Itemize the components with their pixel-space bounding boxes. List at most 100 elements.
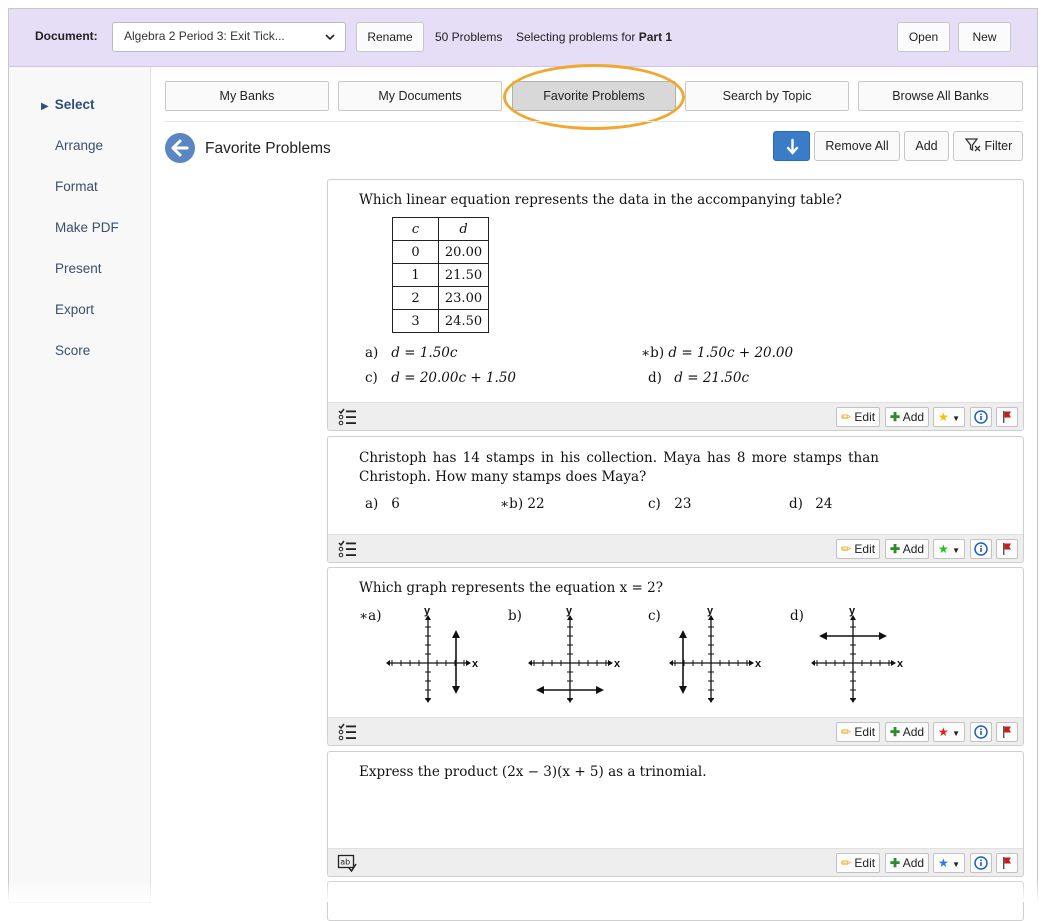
filter-label: Filter [984, 139, 1013, 153]
sidebar-item-make-pdf[interactable]: Make PDF [55, 220, 119, 235]
flag-button[interactable] [996, 407, 1018, 427]
choice-a: ∗a) [359, 608, 382, 624]
flag-button[interactable] [996, 722, 1018, 742]
info-icon [974, 856, 988, 870]
tab-my-banks[interactable]: My Banks [165, 81, 329, 111]
arrow-down-icon [786, 138, 799, 155]
pencil-icon: ✏ [841, 725, 852, 739]
sidebar: ▶ Select Arrange Format Make PDF Present … [9, 67, 151, 903]
selecting-part: Part 1 [638, 30, 673, 44]
download-button[interactable] [773, 131, 810, 161]
flag-button[interactable] [996, 853, 1018, 873]
problem-footer: ab ✏ Edit ✚ Add ★ ▼ [328, 848, 1023, 876]
bottom-fade [0, 880, 1049, 902]
rename-button[interactable]: Rename [356, 22, 424, 52]
favorite-star-dropdown[interactable]: ★ ▼ [933, 407, 966, 427]
new-button[interactable]: New [958, 22, 1011, 52]
add-button[interactable]: Add [904, 131, 949, 161]
choice-c: c) d = 20.00c + 1.50 [365, 370, 516, 386]
tab-search-by-topic[interactable]: Search by Topic [685, 81, 849, 111]
table-cell: 24.50 [438, 309, 489, 333]
remove-all-button[interactable]: Remove All [814, 131, 900, 161]
problem-card[interactable]: Christoph has 14 stamps in his collectio… [327, 436, 1024, 563]
filter-clear-icon [964, 138, 981, 152]
graph-a: xy [386, 606, 479, 703]
flag-button[interactable] [996, 539, 1018, 559]
info-icon [974, 542, 988, 556]
svg-text:x: x [614, 658, 621, 670]
short-answer-icon: ab [337, 854, 357, 873]
checklist-icon [338, 723, 356, 741]
problem-count: 50 Problems [435, 30, 503, 44]
table-cell: 2 [392, 286, 439, 310]
app-frame: Document: Algebra 2 Period 3: Exit Tick.… [8, 8, 1038, 921]
chevron-down-icon [324, 31, 336, 46]
edit-button[interactable]: ✏ Edit [836, 407, 881, 427]
data-table: c d 0 20.00 1 21.50 2 23.00 3 24.50 [392, 217, 489, 333]
graph-b: xy [528, 606, 621, 703]
pencil-icon: ✏ [841, 410, 852, 424]
star-icon: ★ [938, 856, 949, 870]
problem-card[interactable]: Which linear equation represents the dat… [327, 179, 1024, 431]
tab-my-documents[interactable]: My Documents [338, 81, 502, 111]
svg-text:y: y [566, 606, 573, 617]
triangle-right-icon: ▶ [41, 101, 49, 112]
graph-axes: xy [386, 606, 479, 703]
star-icon: ★ [938, 410, 949, 424]
back-button[interactable] [165, 133, 195, 163]
problem-card[interactable]: Which graph represents the equation x = … [327, 567, 1024, 746]
sidebar-item-select[interactable]: ▶ Select [41, 97, 94, 112]
add-problem-button[interactable]: ✚ Add [885, 853, 930, 873]
svg-text:x: x [472, 658, 479, 670]
add-problem-button[interactable]: ✚ Add [885, 407, 930, 427]
info-button[interactable] [970, 539, 992, 559]
caret-down-icon: ▼ [952, 860, 961, 869]
svg-text:y: y [424, 606, 431, 617]
sidebar-item-format[interactable]: Format [55, 179, 98, 194]
checklist-icon [338, 540, 356, 558]
document-label: Document: [35, 29, 98, 43]
sidebar-item-present[interactable]: Present [55, 261, 102, 276]
open-button[interactable]: Open [897, 22, 950, 52]
table-cell: 23.00 [438, 286, 489, 310]
divider [165, 121, 1023, 122]
info-button[interactable] [970, 853, 992, 873]
problem-card[interactable]: Express the product (2x − 3)(x + 5) as a… [327, 751, 1024, 877]
pencil-icon: ✏ [841, 856, 852, 870]
document-select-value: Algebra 2 Period 3: Exit Tick... [124, 29, 285, 43]
graph-c: xy [669, 606, 762, 703]
filter-button[interactable]: Filter [953, 131, 1023, 161]
info-button[interactable] [970, 407, 992, 427]
problem-footer: ✏ Edit ✚ Add ★ ▼ [328, 717, 1023, 745]
document-select[interactable]: Algebra 2 Period 3: Exit Tick... [112, 22, 346, 52]
flag-icon [1003, 543, 1011, 555]
svg-text:ab: ab [340, 858, 350, 867]
table-header-c: c [392, 217, 439, 241]
choice-b: ∗b) d = 1.50c + 20.00 [641, 345, 794, 361]
choice-c: c) [648, 608, 661, 624]
edit-button[interactable]: ✏ Edit [836, 722, 881, 742]
edit-button[interactable]: ✏ Edit [836, 853, 881, 873]
choice-d: d) [790, 608, 804, 624]
problem-footer: ✏ Edit ✚ Add ★ ▼ [328, 534, 1023, 562]
edit-button[interactable]: ✏ Edit [836, 539, 881, 559]
choice-a: a) d = 1.50c [365, 345, 458, 361]
svg-text:x: x [755, 658, 762, 670]
page-title: Favorite Problems [205, 140, 331, 157]
tab-browse-all-banks[interactable]: Browse All Banks [858, 81, 1023, 111]
info-button[interactable] [970, 722, 992, 742]
table-cell: 0 [392, 240, 439, 264]
favorite-star-dropdown[interactable]: ★ ▼ [933, 539, 966, 559]
question-text: Which linear equation represents the dat… [359, 192, 842, 208]
sidebar-item-export[interactable]: Export [55, 302, 94, 317]
sidebar-item-score[interactable]: Score [55, 343, 90, 358]
problem-footer: ✏ Edit ✚ Add ★ ▼ [328, 402, 1023, 430]
sidebar-item-arrange[interactable]: Arrange [55, 138, 103, 153]
favorite-star-dropdown[interactable]: ★ ▼ [933, 722, 966, 742]
svg-text:x: x [897, 658, 904, 670]
add-problem-button[interactable]: ✚ Add [885, 539, 930, 559]
favorite-star-dropdown[interactable]: ★ ▼ [933, 853, 966, 873]
plus-icon: ✚ [890, 542, 901, 556]
add-problem-button[interactable]: ✚ Add [885, 722, 930, 742]
table-header-d: d [438, 217, 489, 241]
